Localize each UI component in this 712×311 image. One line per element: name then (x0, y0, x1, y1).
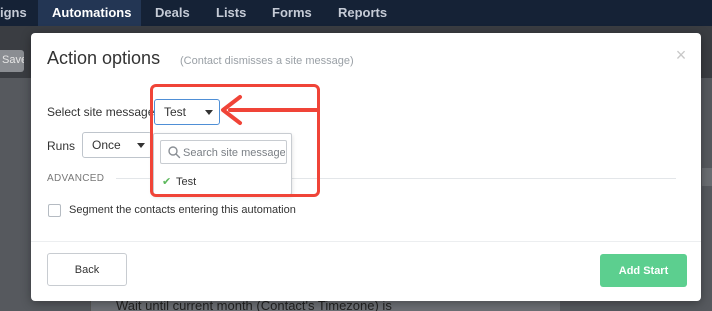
nav-item-lists[interactable]: Lists (216, 5, 246, 20)
save-button[interactable]: Save (0, 50, 24, 72)
action-options-modal: Action options (Contact dismisses a site… (31, 33, 701, 301)
modal-title: Action options (47, 48, 161, 68)
close-icon[interactable]: × (672, 46, 690, 64)
nav-item-forms[interactable]: Forms (272, 5, 312, 20)
advanced-section-label: ADVANCED (47, 173, 105, 184)
annotation-arrow-icon (221, 95, 320, 125)
back-button[interactable]: Back (47, 253, 127, 286)
chevron-down-icon (137, 143, 145, 148)
nav-item-deals[interactable]: Deals (155, 5, 190, 20)
runs-select-value: Once (92, 138, 121, 152)
nav-item-automations[interactable]: Automations (52, 5, 131, 20)
runs-select[interactable]: Once (82, 132, 152, 158)
segment-contacts-label: Segment the contacts entering this autom… (69, 204, 296, 216)
top-navigation: igns Automations Deals Lists Forms Repor… (0, 0, 712, 30)
add-start-button[interactable]: Add Start (600, 254, 687, 287)
canvas-node-edge (702, 168, 712, 186)
nav-item-reports[interactable]: Reports (338, 5, 387, 20)
modal-subtitle: (Contact dismisses a site message) (180, 55, 354, 67)
modal-footer-divider (31, 241, 701, 242)
select-site-message-label: Select site message (47, 105, 155, 119)
segment-contacts-checkbox[interactable] (48, 204, 61, 217)
nav-item-campaigns[interactable]: igns (0, 5, 27, 20)
runs-label: Runs (47, 139, 76, 153)
